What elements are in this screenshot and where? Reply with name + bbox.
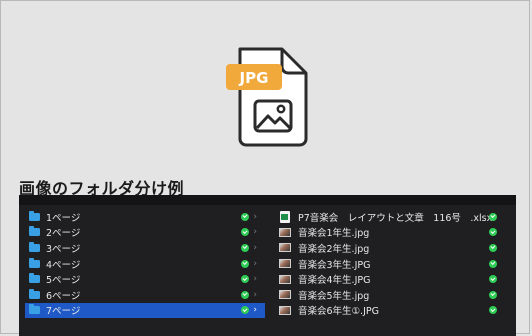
sync-check-icon xyxy=(241,290,250,299)
image-thumbnail-icon xyxy=(279,259,291,269)
image-thumbnail-icon xyxy=(279,274,291,284)
file-label: 音楽会5年生.jpg xyxy=(298,290,370,302)
finder-toolbar xyxy=(19,195,516,205)
file-row[interactable]: 音楽会6年生①.JPG xyxy=(273,303,513,319)
folder-icon xyxy=(29,226,40,237)
jpg-badge-text: JPG xyxy=(239,69,269,87)
folder-icon xyxy=(29,210,40,221)
folder-row[interactable]: 4ページ › xyxy=(25,256,265,272)
folder-row[interactable]: 2ページ › xyxy=(25,225,265,241)
image-thumbnail-icon xyxy=(279,305,291,315)
sync-check-icon xyxy=(489,259,497,268)
folder-label: 1ページ xyxy=(46,212,81,224)
file-row[interactable]: 音楽会4年生.JPG xyxy=(273,271,513,287)
file-label: 音楽会2年生.jpg xyxy=(298,243,370,255)
file-label: 音楽会4年生.JPG xyxy=(298,275,371,287)
sync-check-icon xyxy=(241,243,250,252)
file-label: P7音楽会 レイアウトと文章 116号 .xlsx xyxy=(298,212,493,224)
file-row[interactable]: 音楽会3年生.JPG xyxy=(273,256,513,272)
folder-list: 1ページ › 2ページ › 3ページ › 4ページ › 5ページ › 6ページ › 7ページ › xyxy=(25,209,265,319)
folder-row[interactable]: 5ページ › xyxy=(25,271,265,287)
folder-label: 7ページ xyxy=(46,306,81,318)
file-list: P7音楽会 レイアウトと文章 116号 .xlsx 音楽会1年生.jpg 音楽会2年… xyxy=(273,209,513,318)
file-row[interactable]: 音楽会5年生.jpg xyxy=(273,287,513,303)
sync-check-icon xyxy=(241,306,250,315)
folder-icon xyxy=(29,241,40,252)
sync-check-icon xyxy=(489,290,497,299)
file-label: 音楽会1年生.jpg xyxy=(298,228,370,240)
image-thumbnail-icon xyxy=(279,243,291,253)
chevron-right-icon: › xyxy=(253,211,257,222)
chevron-right-icon: › xyxy=(253,242,257,253)
sync-check-icon xyxy=(489,243,497,252)
chevron-right-icon: › xyxy=(253,274,257,285)
sync-check-icon xyxy=(241,228,250,237)
file-row[interactable]: 音楽会1年生.jpg xyxy=(273,225,513,241)
folder-label: 6ページ xyxy=(46,290,81,302)
folder-icon xyxy=(29,288,40,299)
chevron-right-icon: › xyxy=(253,258,257,269)
folder-label: 4ページ xyxy=(46,259,81,271)
sync-check-icon xyxy=(241,212,250,221)
file-label: 音楽会6年生①.JPG xyxy=(298,306,379,318)
folder-row[interactable]: 1ページ › xyxy=(25,209,265,225)
folder-icon xyxy=(29,304,40,315)
folder-label: 2ページ xyxy=(46,228,81,240)
folder-row[interactable]: 6ページ › xyxy=(25,287,265,303)
folder-label: 5ページ xyxy=(46,275,81,287)
sync-check-icon xyxy=(241,275,250,284)
folder-row[interactable]: 7ページ › xyxy=(25,302,265,319)
folder-row[interactable]: 3ページ › xyxy=(25,240,265,256)
folder-icon xyxy=(29,257,40,268)
file-label: 音楽会3年生.JPG xyxy=(298,259,371,271)
chevron-right-icon: › xyxy=(253,305,257,316)
file-row[interactable]: 音楽会2年生.jpg xyxy=(273,240,513,256)
image-thumbnail-icon xyxy=(279,227,291,237)
sync-check-icon xyxy=(489,212,497,221)
folder-label: 3ページ xyxy=(46,243,81,255)
folder-icon xyxy=(29,273,40,284)
jpg-file-icon: JPG xyxy=(226,47,308,147)
file-row[interactable]: P7音楽会 レイアウトと文章 116号 .xlsx xyxy=(273,209,513,225)
chevron-right-icon: › xyxy=(253,289,257,300)
spreadsheet-file-icon xyxy=(280,210,290,223)
finder-window: 1ページ › 2ページ › 3ページ › 4ページ › 5ページ › 6ページ › 7ページ › P7音楽… xyxy=(19,195,516,336)
image-thumbnail-icon xyxy=(279,290,291,300)
sync-check-icon xyxy=(241,259,250,268)
chevron-right-icon: › xyxy=(253,227,257,238)
